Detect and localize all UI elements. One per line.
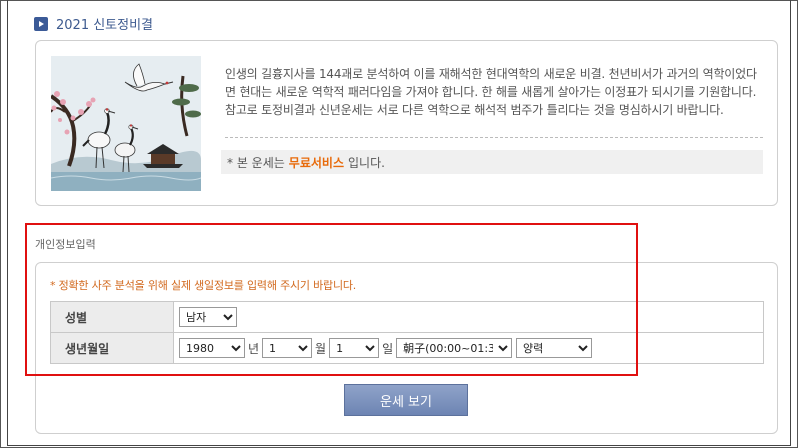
month-select[interactable]: 1 [262,338,313,358]
form-notice: * 정확한 사주 분석을 위해 실제 생일정보를 입력해 주시기 바랍니다. [50,279,357,292]
personal-info-label: 개인정보입력 [35,238,96,251]
free-service-note: * 본 운세는 무료서비스 입니다. [221,150,763,174]
section-title: 2021 신토정비결 [34,14,153,33]
play-arrow-icon [34,16,48,31]
gender-cell: 남자 [173,301,764,333]
day-unit: 일 [382,341,394,356]
table-row: 생년월일 1980 년 1 월 1 일 朝子(00:00~01:30) 양력 [50,332,764,364]
intro-description: 인생의 길흉지사를 144괘로 분석하여 이를 재해석한 현대역학의 새로운 비… [225,67,757,117]
free-service-highlight: 무료서비스 [288,155,344,170]
gender-select[interactable]: 남자 [179,307,237,327]
page-title: 2021 신토정비결 [56,18,154,33]
table-row: 성별 남자 [50,301,764,333]
cranes-illustration [51,56,201,191]
day-select[interactable]: 1 [329,338,380,358]
year-select[interactable]: 1980 [179,338,245,358]
birth-hour-select[interactable]: 朝子(00:00~01:30) [396,338,513,358]
free-note-prefix: * 본 운세는 [227,155,285,170]
view-fortune-button[interactable]: 운세 보기 [344,384,468,416]
gender-label: 성별 [50,301,174,333]
free-note-suffix: 입니다. [348,155,385,170]
divider [225,137,763,138]
input-table: 성별 남자 생년월일 1980 년 1 월 1 일 朝子(00:00~01:30… [50,301,764,364]
year-unit: 년 [248,341,260,356]
birthdate-label: 생년월일 [50,332,174,364]
intro-panel: 인생의 길흉지사를 144괘로 분석하여 이를 재해석한 현대역학의 새로운 비… [35,40,778,206]
month-unit: 월 [315,341,327,356]
calendar-type-select[interactable]: 양력 [515,338,592,358]
birthdate-cell: 1980 년 1 월 1 일 朝子(00:00~01:30) 양력 [173,332,764,364]
